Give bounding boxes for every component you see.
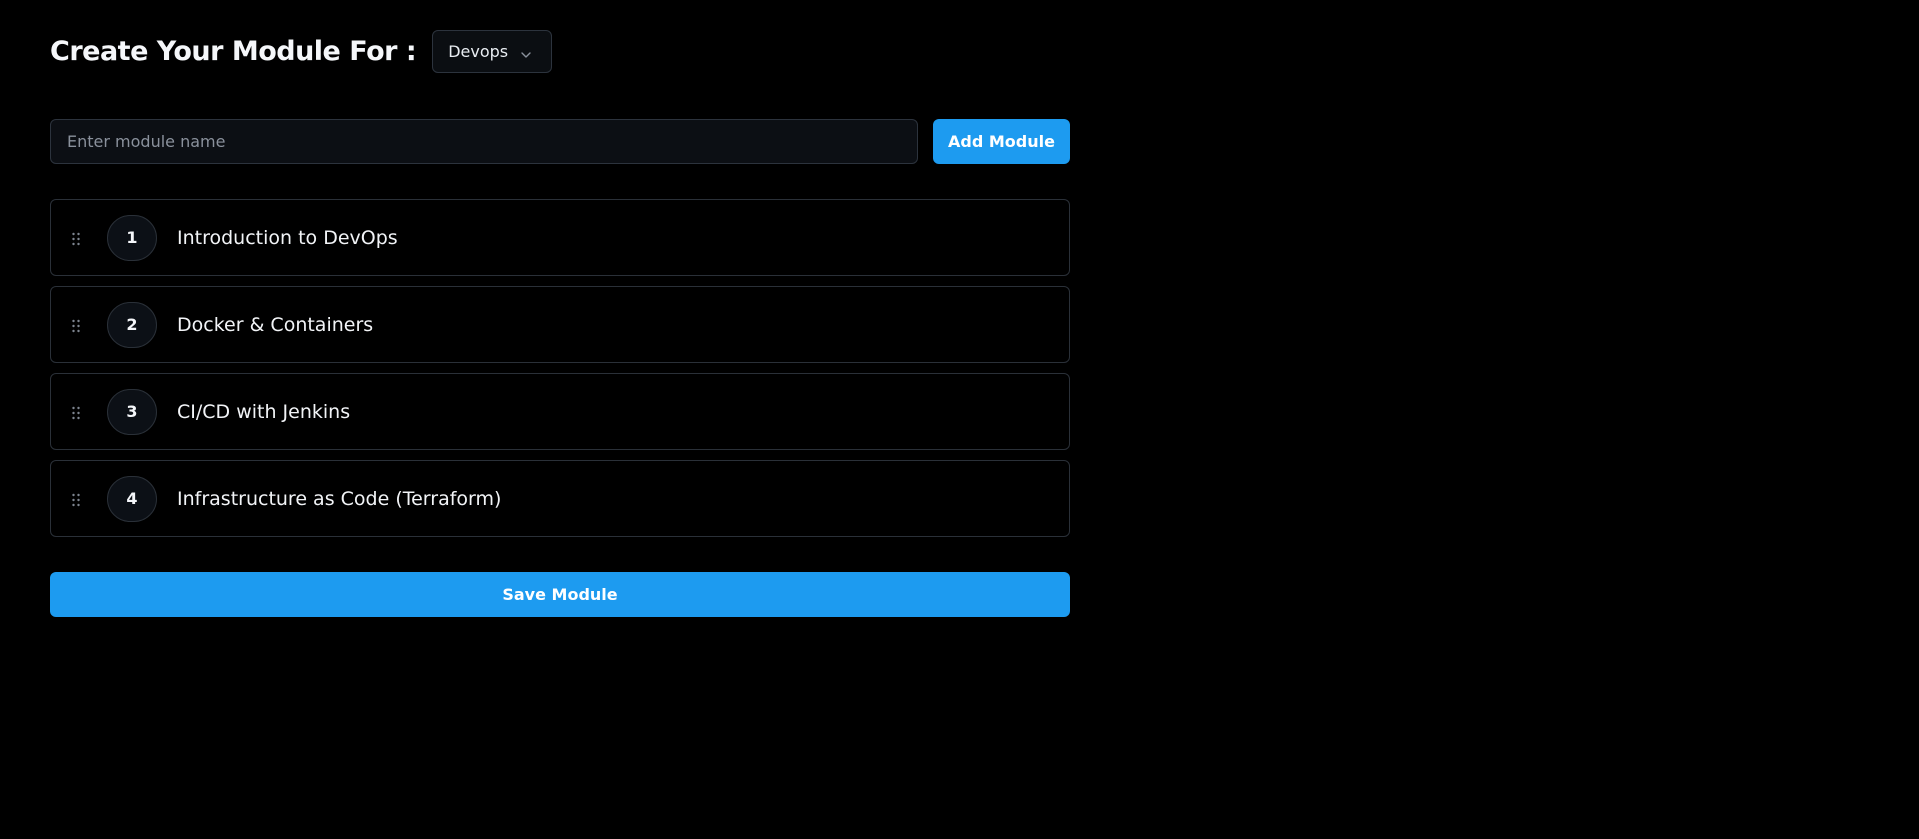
drag-handle-icon[interactable] <box>71 405 81 419</box>
module-number-badge: 3 <box>107 388 157 435</box>
module-name: Docker & Containers <box>177 313 374 336</box>
page-title: Create Your Module For : <box>50 36 417 67</box>
module-number-badge: 2 <box>107 301 157 348</box>
module-name: Introduction to DevOps <box>177 226 398 249</box>
module-list: 1 Introduction to DevOps 2 Docker & Cont… <box>50 199 1070 547</box>
add-module-row: Add Module <box>50 119 1070 164</box>
save-module-button[interactable]: Save Module <box>50 572 1070 617</box>
module-item[interactable]: 1 Introduction to DevOps <box>50 199 1070 276</box>
header: Create Your Module For : Devops <box>50 29 553 74</box>
course-select-value: Devops <box>448 42 509 61</box>
module-item[interactable]: 3 CI/CD with Jenkins <box>50 373 1070 450</box>
course-select[interactable]: Devops <box>432 30 553 73</box>
module-item[interactable]: 4 Infrastructure as Code (Terraform) <box>50 460 1070 537</box>
add-module-button[interactable]: Add Module <box>933 119 1070 164</box>
drag-handle-icon[interactable] <box>71 231 81 245</box>
chevron-down-icon <box>520 46 532 58</box>
module-item[interactable]: 2 Docker & Containers <box>50 286 1070 363</box>
module-number-badge: 4 <box>107 475 157 522</box>
drag-handle-icon[interactable] <box>71 492 81 506</box>
module-number-badge: 1 <box>107 214 157 261</box>
drag-handle-icon[interactable] <box>71 318 81 332</box>
module-name-input[interactable] <box>50 119 918 164</box>
module-name: CI/CD with Jenkins <box>177 400 351 423</box>
module-builder-page: Create Your Module For : Devops Add Modu… <box>0 0 1919 839</box>
module-name: Infrastructure as Code (Terraform) <box>177 487 502 510</box>
